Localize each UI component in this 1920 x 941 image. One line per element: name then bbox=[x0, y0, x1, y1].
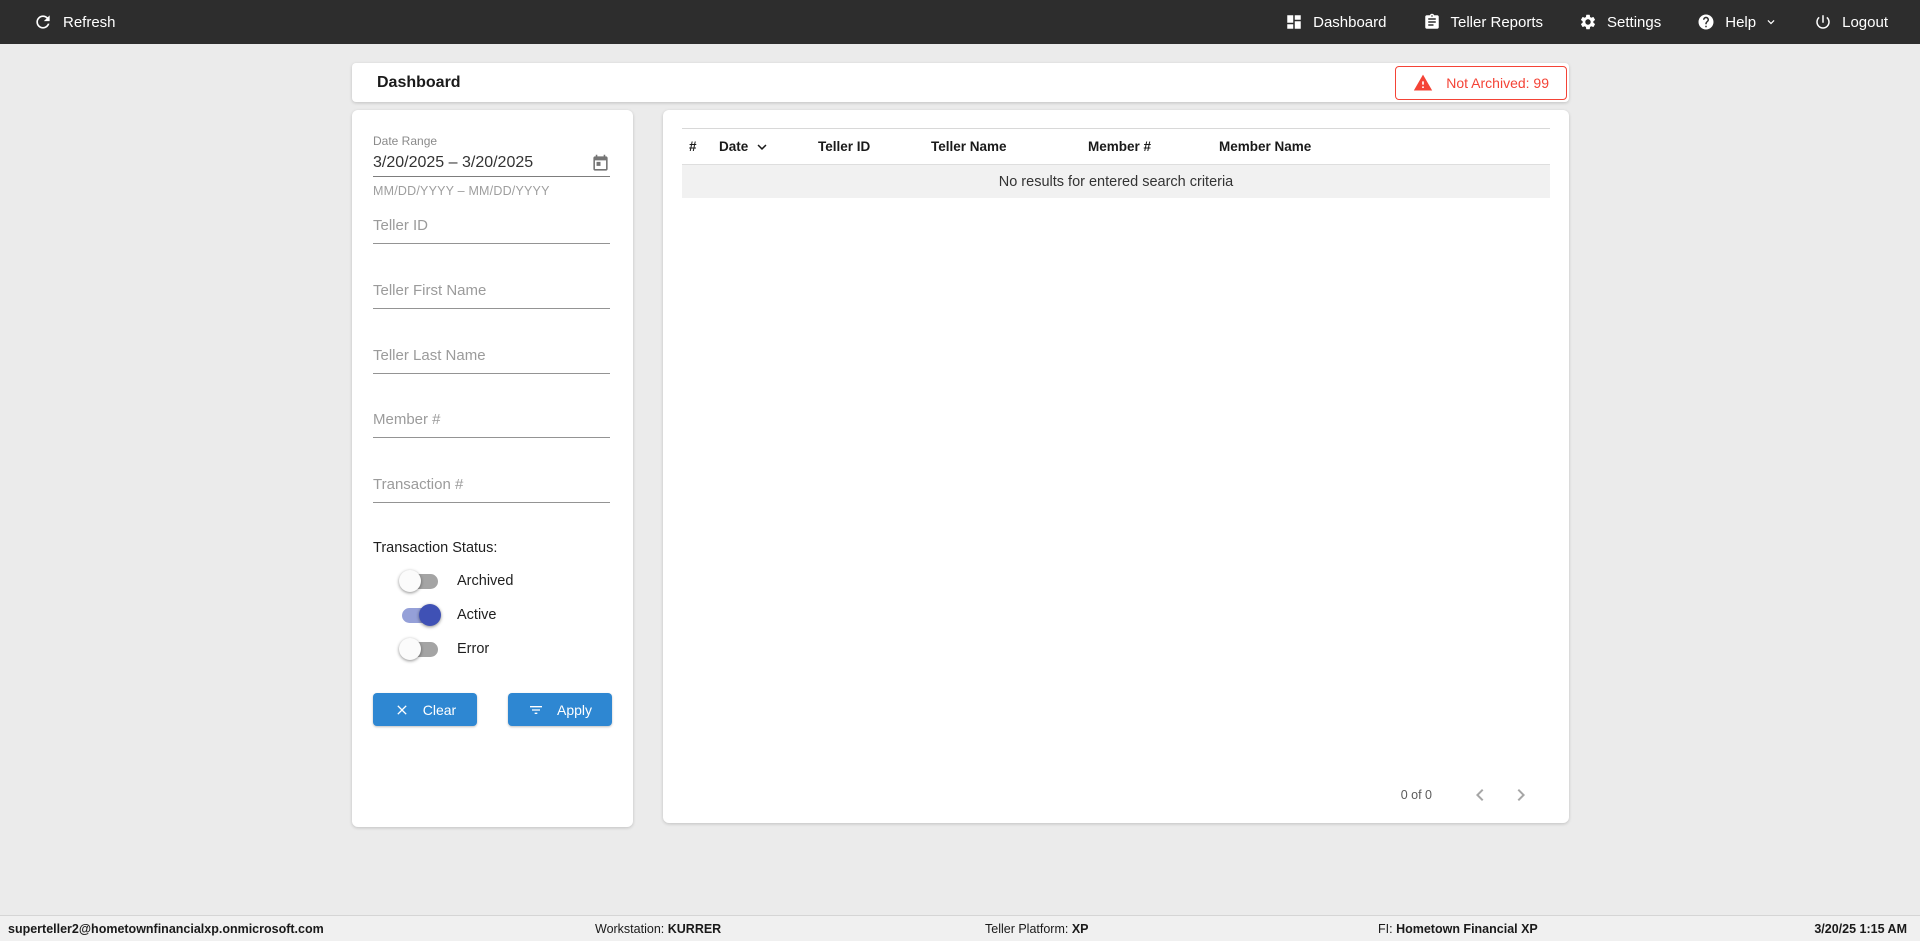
member-number-input[interactable] bbox=[373, 411, 610, 438]
teller-id-input[interactable] bbox=[373, 217, 610, 244]
date-range-field bbox=[373, 150, 610, 177]
fi-value: Hometown Financial XP bbox=[1396, 921, 1538, 936]
clear-button-label: Clear bbox=[422, 701, 457, 718]
error-switch[interactable] bbox=[399, 637, 438, 660]
workstation-label: Workstation: bbox=[595, 921, 665, 936]
navbar-menu: Dashboard Teller Reports Settings Help L… bbox=[1285, 13, 1888, 31]
archived-switch[interactable] bbox=[399, 569, 438, 592]
nav-dashboard[interactable]: Dashboard bbox=[1285, 13, 1387, 31]
toggle-archived[interactable]: Archived bbox=[399, 568, 514, 594]
transaction-number-input[interactable] bbox=[373, 476, 610, 503]
active-switch[interactable] bbox=[402, 603, 441, 626]
nav-logout[interactable]: Logout bbox=[1814, 13, 1888, 31]
top-navbar: Refresh Dashboard Teller Reports Setting… bbox=[0, 0, 1920, 44]
apply-button-label: Apply bbox=[556, 701, 593, 718]
nav-help[interactable]: Help bbox=[1697, 13, 1778, 31]
toggle-error[interactable]: Error bbox=[399, 636, 490, 662]
teller-platform-label: Teller Platform: bbox=[985, 921, 1069, 936]
nav-teller-reports[interactable]: Teller Reports bbox=[1423, 13, 1544, 31]
sort-desc-icon bbox=[757, 143, 767, 150]
nav-settings[interactable]: Settings bbox=[1579, 13, 1661, 31]
status-datetime: 3/20/25 1:15 AM bbox=[1814, 921, 1907, 936]
warning-icon bbox=[1414, 74, 1433, 91]
clipboard-icon bbox=[1424, 13, 1439, 29]
teller-platform-value: XP bbox=[1071, 921, 1089, 936]
column-header-teller-name[interactable]: Teller Name bbox=[931, 139, 1088, 154]
filter-icon bbox=[529, 705, 542, 714]
switch-thumb bbox=[399, 569, 421, 592]
empty-results-message: No results for entered search criteria bbox=[682, 165, 1550, 198]
teller-last-name-input[interactable] bbox=[373, 347, 610, 374]
teller-platform-status: Teller Platform: XP bbox=[985, 922, 1089, 936]
chevron-down-icon bbox=[1767, 20, 1775, 25]
workstation-value: KURRER bbox=[667, 921, 722, 936]
chevron-right-icon[interactable] bbox=[1509, 783, 1533, 807]
page-title: Dashboard bbox=[377, 73, 461, 91]
results-panel: # Date Teller ID Teller Name Member # Me… bbox=[663, 110, 1569, 823]
chevron-left-icon[interactable] bbox=[1468, 783, 1492, 807]
date-range-label: Date Range bbox=[373, 134, 438, 148]
column-header-date-label: Date bbox=[719, 139, 749, 154]
column-header-member-name[interactable]: Member Name bbox=[1219, 139, 1550, 154]
transaction-status-label: Transaction Status: bbox=[373, 540, 498, 556]
nav-dashboard-label: Dashboard bbox=[1313, 13, 1387, 31]
power-icon bbox=[1816, 15, 1830, 29]
column-header-index[interactable]: # bbox=[689, 139, 719, 154]
switch-thumb bbox=[399, 637, 421, 660]
help-icon bbox=[1698, 14, 1714, 30]
column-header-date[interactable]: Date bbox=[719, 138, 818, 156]
financial-institution-status: FI: Hometown Financial XP bbox=[1378, 922, 1538, 936]
app-root: Refresh Dashboard Teller Reports Setting… bbox=[0, 0, 1920, 941]
switch-thumb bbox=[419, 603, 441, 626]
column-header-teller-id[interactable]: Teller ID bbox=[818, 139, 931, 154]
workstation-status: Workstation: KURRER bbox=[595, 922, 721, 936]
refresh-label: Refresh bbox=[63, 13, 116, 31]
nav-logout-label: Logout bbox=[1842, 13, 1888, 31]
toggle-archived-label: Archived bbox=[457, 573, 514, 589]
nav-teller-reports-label: Teller Reports bbox=[1450, 13, 1544, 31]
table-header-row: # Date Teller ID Teller Name Member # Me… bbox=[682, 128, 1550, 165]
refresh-button[interactable]: Refresh bbox=[33, 12, 116, 32]
status-bar: superteller2@hometownfinancialxp.onmicro… bbox=[0, 915, 1920, 941]
fi-label: FI: bbox=[1378, 921, 1393, 936]
column-header-member-number[interactable]: Member # bbox=[1088, 139, 1219, 154]
page-range-label: 0 of 0 bbox=[1400, 788, 1432, 802]
refresh-icon bbox=[36, 15, 50, 29]
not-archived-badge-label: Not Archived: 99 bbox=[1446, 75, 1549, 91]
date-format-hint: MM/DD/YYYY – MM/DD/YYYY bbox=[373, 184, 550, 198]
toggle-active[interactable]: Active bbox=[402, 602, 497, 628]
nav-settings-label: Settings bbox=[1607, 13, 1662, 31]
calendar-icon[interactable] bbox=[591, 154, 610, 173]
results-table: # Date Teller ID Teller Name Member # Me… bbox=[682, 128, 1550, 198]
clear-button[interactable]: Clear bbox=[373, 693, 477, 726]
date-range-input[interactable] bbox=[373, 154, 591, 172]
filter-panel: Date Range MM/DD/YYYY – MM/DD/YYYY Trans… bbox=[352, 110, 633, 827]
teller-first-name-input[interactable] bbox=[373, 282, 610, 309]
toggle-error-label: Error bbox=[457, 641, 490, 657]
not-archived-badge[interactable]: Not Archived: 99 bbox=[1395, 66, 1567, 100]
close-icon bbox=[397, 704, 407, 715]
gear-icon bbox=[1581, 14, 1596, 30]
nav-help-label: Help bbox=[1725, 13, 1757, 31]
dashboard-icon bbox=[1287, 15, 1301, 29]
filter-actions: Clear Apply bbox=[373, 693, 612, 726]
apply-button[interactable]: Apply bbox=[508, 693, 612, 726]
toggle-active-label: Active bbox=[457, 607, 497, 623]
logged-in-user: superteller2@hometownfinancialxp.onmicro… bbox=[8, 921, 324, 936]
title-bar: Dashboard Not Archived: 99 bbox=[352, 63, 1569, 102]
pagination: 0 of 0 bbox=[1401, 783, 1533, 807]
